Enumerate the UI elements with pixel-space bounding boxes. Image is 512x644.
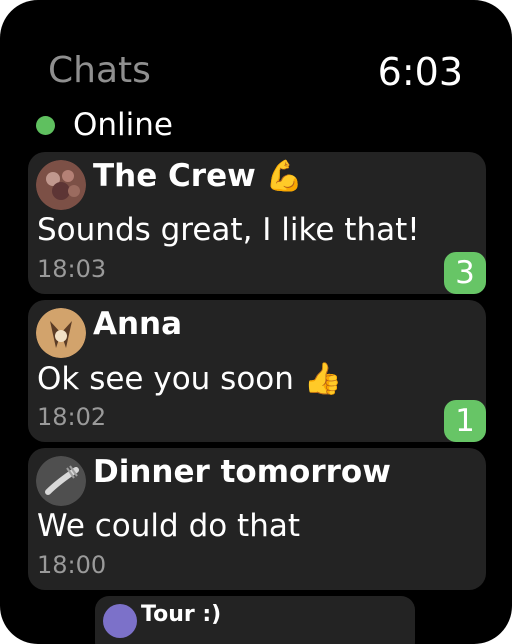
flexed-biceps-icon: 💪	[265, 159, 304, 194]
message-time: 18:03	[37, 255, 107, 283]
clock-time: 6:03	[377, 50, 463, 94]
message-time: 18:02	[37, 403, 107, 431]
message-time: 18:00	[37, 551, 107, 579]
last-message: Sounds great, I like that!	[37, 212, 420, 248]
chat-name: Dinner tomorrow	[93, 454, 391, 490]
avatar	[36, 308, 86, 358]
last-message: We could do that	[37, 508, 301, 544]
avatar	[103, 604, 137, 638]
chat-item-anna[interactable]: Anna Ok see you soon 👍 18:02 1	[28, 300, 486, 442]
unread-badge: 1	[444, 400, 486, 442]
header: Chats 6:03	[0, 0, 512, 100]
online-status-label: Online	[73, 107, 173, 143]
avatar	[36, 160, 86, 210]
chat-name: Tour :)	[141, 602, 222, 627]
chat-item-the-crew[interactable]: The Crew 💪 Sounds great, I like that! 18:…	[28, 152, 486, 294]
last-message: Ok see you soon 👍	[37, 361, 343, 397]
unread-badge: 3	[444, 252, 486, 294]
online-status: Online	[36, 104, 173, 146]
online-dot-icon	[36, 115, 55, 135]
page-title: Chats	[48, 50, 151, 91]
chat-item-tour[interactable]: Tour :)	[95, 596, 415, 644]
avatar	[36, 456, 86, 506]
chat-item-dinner-tomorrow[interactable]: Dinner tomorrow We could do that 18:00	[28, 448, 486, 590]
chat-name: Anna	[93, 306, 183, 342]
watch-screen: Chats 6:03 Online The Crew 💪 Sounds great…	[0, 0, 512, 644]
chat-name: The Crew	[93, 158, 256, 194]
chat-title: The Crew 💪	[93, 158, 303, 194]
